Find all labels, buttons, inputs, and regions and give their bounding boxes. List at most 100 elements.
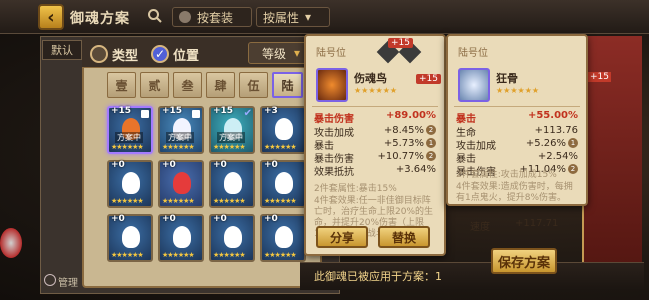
soul-stars: ★★★★★★ bbox=[162, 197, 195, 205]
filter-by-attr[interactable]: 按属性 ▾ bbox=[256, 7, 330, 27]
lock-icon bbox=[192, 110, 200, 118]
soul-item[interactable]: +3 ★★★★★★ bbox=[260, 106, 306, 154]
tab-position-5[interactable]: 伍 bbox=[239, 72, 268, 98]
card-position-label: 陆号位 bbox=[458, 48, 488, 59]
roll-count-badge: 1 bbox=[426, 138, 436, 148]
soul-stars: ★★★★★★ bbox=[264, 251, 297, 259]
soul-item[interactable]: +0 ★★★★★★ bbox=[158, 160, 204, 208]
tab-position-4[interactable]: 肆 bbox=[206, 72, 235, 98]
manage-icon[interactable] bbox=[44, 274, 56, 286]
soul-level: +15 bbox=[162, 106, 183, 116]
soul-item[interactable]: +0 ★★★★★★ bbox=[209, 160, 255, 208]
card-position-label: 陆号位 bbox=[316, 48, 346, 59]
tab-defaults[interactable]: 默认 bbox=[42, 40, 82, 60]
soul-stars: ★★★★★★ bbox=[213, 251, 246, 259]
substat-row: 暴击伤害 +10.77% 2 bbox=[314, 150, 436, 165]
substat-row: 暴击 +5.73% 1 bbox=[314, 137, 436, 152]
in-plan-tag: 方案中 bbox=[166, 132, 194, 143]
soul-thumbnail bbox=[316, 68, 348, 102]
soul-level: +0 bbox=[264, 214, 278, 224]
soul-name: 伤魂鸟 bbox=[354, 72, 387, 85]
type-radio[interactable] bbox=[90, 45, 108, 63]
soul-detail-card-current: 陆号位 +15 伤魂鸟 ★★★★★★ +15 暴击伤害 +89.00% 攻击加成… bbox=[304, 34, 446, 256]
soul-item[interactable]: +0 ★★★★★★ bbox=[209, 214, 255, 262]
soul-item[interactable]: +15 方案中 ★★★★★★ ✔ bbox=[209, 106, 255, 154]
soul-stars: ★★★★★★ bbox=[354, 86, 398, 95]
position-tabs: 壹贰叁肆伍陆 bbox=[107, 72, 303, 98]
check-icon: ✔ bbox=[243, 108, 252, 119]
save-plan-button[interactable]: 保存方案 bbox=[491, 248, 557, 274]
back-arrow-icon: ‹ bbox=[47, 6, 55, 28]
speed-stat-name: 速度 bbox=[470, 222, 490, 233]
soul-figure-icon bbox=[122, 226, 140, 248]
dropdown-arrow-icon: ▾ bbox=[305, 10, 312, 24]
soul-item[interactable]: +0 ★★★★★★ bbox=[260, 214, 306, 262]
substat-value: +5.26% bbox=[525, 137, 566, 149]
soul-level: +15 bbox=[213, 106, 234, 116]
search-icon[interactable] bbox=[147, 8, 163, 24]
substat-name: 效果抵抗 bbox=[314, 167, 354, 178]
applied-notice: 此御魂已被应用于方案：1 bbox=[314, 270, 442, 283]
substat-row: 暴击 +2.54% bbox=[456, 150, 578, 166]
tab-position-1[interactable]: 壹 bbox=[107, 72, 136, 98]
soul-item[interactable]: +0 ★★★★★★ bbox=[107, 160, 153, 208]
main-stat-name: 暴击伤害 bbox=[314, 114, 354, 125]
filter-by-set[interactable]: 按套装 bbox=[172, 7, 252, 27]
tab-position-2[interactable]: 贰 bbox=[140, 72, 169, 98]
filter-attr-label: 按属性 bbox=[263, 10, 300, 25]
set-2-effect: 2件套属性:攻击加成15% bbox=[456, 170, 557, 180]
main-stat-value: +55.00% bbox=[527, 110, 578, 121]
soul-level: +0 bbox=[264, 160, 278, 170]
soul-level: +15 bbox=[111, 106, 132, 116]
soul-figure-icon bbox=[275, 172, 293, 194]
manage-label[interactable]: 管理 bbox=[58, 274, 78, 289]
soul-stars: ★★★★★★ bbox=[111, 143, 144, 151]
level-badge: +15 bbox=[416, 74, 441, 84]
substat-value-group: +5.73% 1 bbox=[384, 137, 436, 149]
substat-value: +5.73% bbox=[383, 137, 424, 149]
substat-value: +2.54% bbox=[537, 150, 578, 162]
substat-value-group: +8.45% 2 bbox=[384, 124, 436, 136]
substat-name: 暴击伤害 bbox=[314, 154, 354, 165]
soul-level: +0 bbox=[213, 160, 227, 170]
replace-button[interactable]: 替换 bbox=[378, 226, 430, 248]
back-button[interactable]: ‹ bbox=[38, 4, 64, 30]
soul-figure-icon bbox=[224, 226, 242, 248]
side-banner bbox=[582, 36, 642, 264]
substat-value-group: +3.64% bbox=[396, 163, 436, 175]
soul-figure-icon bbox=[275, 226, 293, 248]
substat-row: 攻击加成 +8.45% 2 bbox=[314, 124, 436, 139]
substat-value-group: +10.77% 2 bbox=[377, 150, 436, 162]
main-stat-name: 暴击 bbox=[456, 114, 476, 125]
soul-item[interactable]: +15 方案中 ★★★★★★ bbox=[158, 106, 204, 154]
soul-item[interactable]: +0 ★★★★★★ bbox=[158, 214, 204, 262]
soul-item[interactable]: +0 ★★★★★★ bbox=[107, 214, 153, 262]
tab-position-6[interactable]: 陆 bbox=[272, 72, 303, 98]
soul-detail-card-compare: 陆号位 狂骨 ★★★★★★ 暴击 +55.00% 生命 +113.76 攻击加成 +5… bbox=[446, 34, 588, 206]
sort-arrow-icon: ▾ bbox=[293, 46, 301, 60]
soul-stars: ★★★★★★ bbox=[162, 251, 195, 259]
decor-lantern-icon bbox=[0, 228, 22, 258]
soul-level: +3 bbox=[264, 106, 278, 116]
position-radio-checked[interactable]: ✓ bbox=[151, 45, 169, 63]
soul-figure-icon bbox=[275, 118, 293, 140]
soul-level: +0 bbox=[111, 214, 125, 224]
substat-value: +113.76 bbox=[534, 124, 578, 136]
substat-value-group: +113.76 bbox=[535, 124, 578, 136]
soul-level: +0 bbox=[111, 160, 125, 170]
divider bbox=[454, 106, 580, 107]
in-plan-tag: 方案中 bbox=[115, 132, 143, 143]
main-stat: 暴击伤害 +89.00% bbox=[314, 110, 436, 125]
soul-item[interactable]: +15 方案中 ★★★★★★ bbox=[107, 106, 153, 154]
soul-stars: ★★★★★★ bbox=[111, 251, 144, 259]
tab-position-3[interactable]: 叁 bbox=[173, 72, 202, 98]
grade-label: 等级 bbox=[261, 46, 286, 61]
soul-level: +0 bbox=[213, 214, 227, 224]
substat-row: 效果抵抗 +3.64% bbox=[314, 163, 436, 179]
soul-figure-icon bbox=[173, 226, 191, 248]
set-2-effect: 2件套属性:暴击15% bbox=[314, 184, 397, 194]
share-button[interactable]: 分享 bbox=[316, 226, 368, 248]
soul-item[interactable]: +0 ★★★★★★ bbox=[260, 160, 306, 208]
soul-stars: ★★★★★★ bbox=[264, 197, 297, 205]
substat-name: 攻击加成 bbox=[456, 141, 496, 152]
